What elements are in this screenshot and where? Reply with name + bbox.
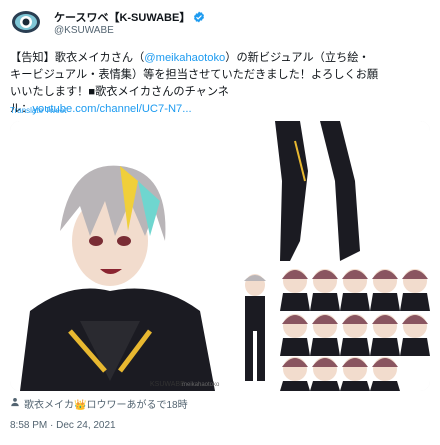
media-watermark-2: meikahaotoko [182,382,220,388]
translate-tweet-link[interactable]: Translate Tweet [10,106,66,115]
tweet-media[interactable]: KSUWABE meikahaotoko [10,121,430,391]
verified-badge-icon [193,11,205,23]
media-watermark: KSUWABE [150,381,185,388]
tweet-text-segment: ）の新ビジュアル（立ち絵・ [225,52,370,64]
author-display-name[interactable]: ケースワベ【K-SUWABE】 [54,9,190,25]
tweet-text: 【告知】歌衣メイカさん（@meikahaotoko）の新ビジュアル（立ち絵・ キ… [10,50,432,118]
author-name-row[interactable]: ケースワベ【K-SUWABE】 [54,9,205,25]
tweet-line-3: いいたします！■歌衣メイカさんのチャンネ [10,86,229,98]
person-tag-icon [10,397,20,410]
tweet-line-1: 【告知】歌衣メイカさん（@meikahaotoko）の新ビジュアル（立ち絵・ [10,50,432,67]
tweet-header: ケースワベ【K-SUWABE】 @KSUWABE [10,6,430,40]
media-tag-label[interactable]: 歌衣メイカ👑ロウワーあがるで18時 [24,396,188,411]
media-tag[interactable]: 歌衣メイカ👑ロウワーあがるで18時 [10,396,188,411]
media-artwork: KSUWABE meikahaotoko [10,121,430,391]
mention-link[interactable]: @meikahaotoko [144,52,225,64]
tweet-text-segment: 【告知】歌衣メイカさん（ [10,52,145,64]
tweet-line-2: キービジュアル・表情集）等を担当させていただきました！よろしくお願 [10,69,379,81]
tweet-timestamp[interactable]: 8:58 PM · Dec 24, 2021 [10,420,116,431]
tweet-line-4: ル：youtube.com/channel/UC7-N7... [10,101,432,118]
author-handle[interactable]: @KSUWABE [54,25,114,36]
author-avatar[interactable] [10,6,42,38]
